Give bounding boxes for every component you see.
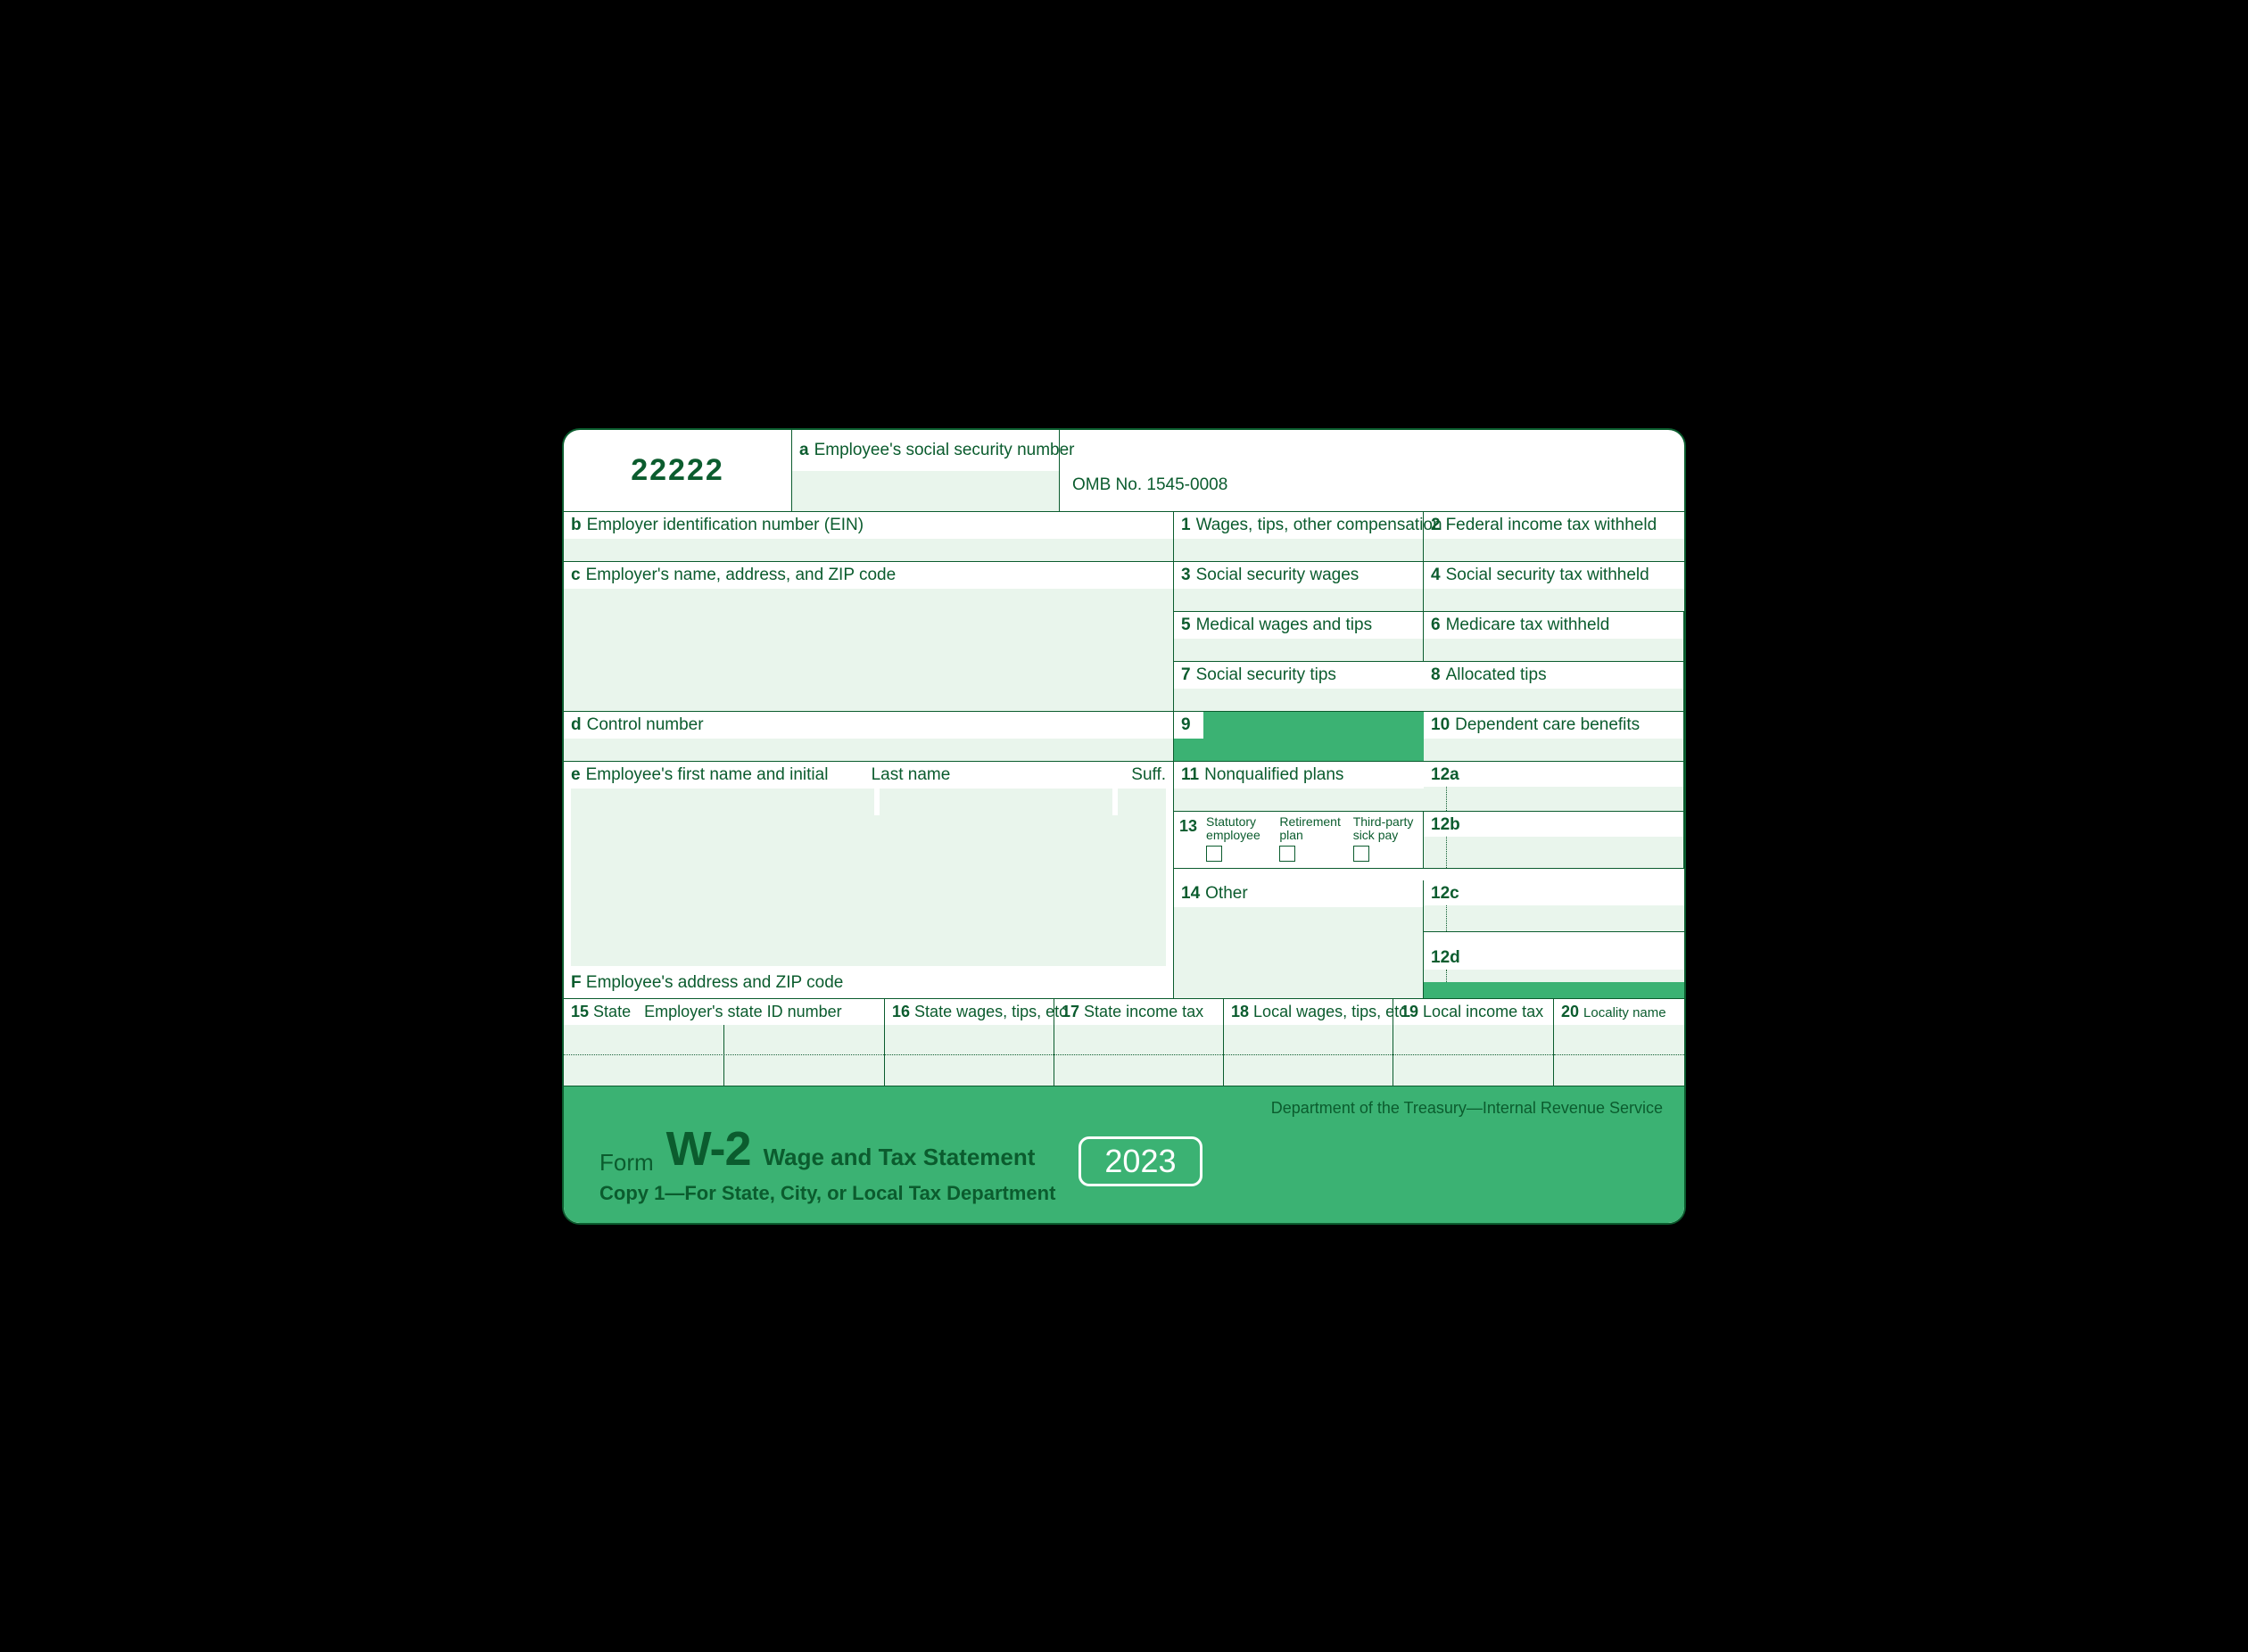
state-local-section: 15 State Employer's state ID number 16 S… [564,999,1684,1086]
copy-designation: Copy 1—For State, City, or Local Tax Dep… [599,1182,1055,1205]
checkbox-statutory[interactable]: Statutoryemployee [1206,815,1270,864]
box-18: 18 Local wages, tips, etc. [1224,999,1393,1086]
box-12c: 12c [1424,880,1684,932]
box-16: 16 State wages, tips, etc. [885,999,1054,1086]
box-20: 20 Locality name [1554,999,1684,1086]
checkbox-retirement[interactable]: Retirementplan [1279,815,1343,864]
form-footer: Department of the Treasury—Internal Reve… [564,1086,1684,1223]
box-2: 2Federal income tax withheld [1424,512,1684,562]
employee-address-value[interactable] [571,815,1166,966]
box-3: 3Social security wages [1174,562,1424,612]
box-17: 17 State income tax [1054,999,1224,1086]
box-b: bEmployer identification number (EIN) [564,512,1174,562]
box-7: 7Social security tips [1174,662,1424,712]
ssn-value[interactable] [792,471,1059,511]
checkbox-sickpay[interactable]: Third-partysick pay [1353,815,1417,864]
box-9: 9 [1174,712,1424,762]
box-a: aEmployee's social security number [792,430,1060,512]
box-11: 11Nonqualified plans [1174,762,1424,812]
box-14: 14Other [1174,880,1424,998]
ein-value[interactable] [564,539,1173,561]
form-name: W-2 [666,1121,751,1177]
box-12a: 12a [1424,762,1684,812]
omb-number: OMB No. 1545-0008 [1060,430,1684,512]
box-d: dControl number [564,712,1174,762]
box-8: 8Allocated tips [1424,662,1684,712]
tax-year: 2023 [1079,1136,1202,1186]
box-c: cEmployer's name, address, and ZIP code [564,562,1174,712]
box-1: 1Wages, tips, other compensation [1174,512,1424,562]
form-number: 22222 [564,430,792,512]
box-12b: 12b [1424,812,1684,869]
employer-name-value[interactable] [564,589,1173,711]
employee-address-block: F Employee's address and ZIP code [564,812,1174,999]
w2-form: 22222 aEmployee's social security number… [562,428,1686,1225]
box-15: 15 State Employer's state ID number [564,999,885,1086]
box-19: 19 Local income tax [1393,999,1554,1086]
box-13: 13 Statutoryemployee Retirementplan Thir… [1174,812,1424,869]
box-4: 4Social security tax withheld [1424,562,1684,612]
box-5: 5Medical wages and tips [1174,612,1424,662]
box-6: 6Medicare tax withheld [1424,612,1684,662]
box-e: eEmployee's first name and initialLast n… [564,762,1174,812]
box-10: 10Dependent care benefits [1424,712,1684,762]
box-12d: 12d [1424,945,1684,982]
department-text: Department of the Treasury—Internal Reve… [599,1099,1663,1118]
